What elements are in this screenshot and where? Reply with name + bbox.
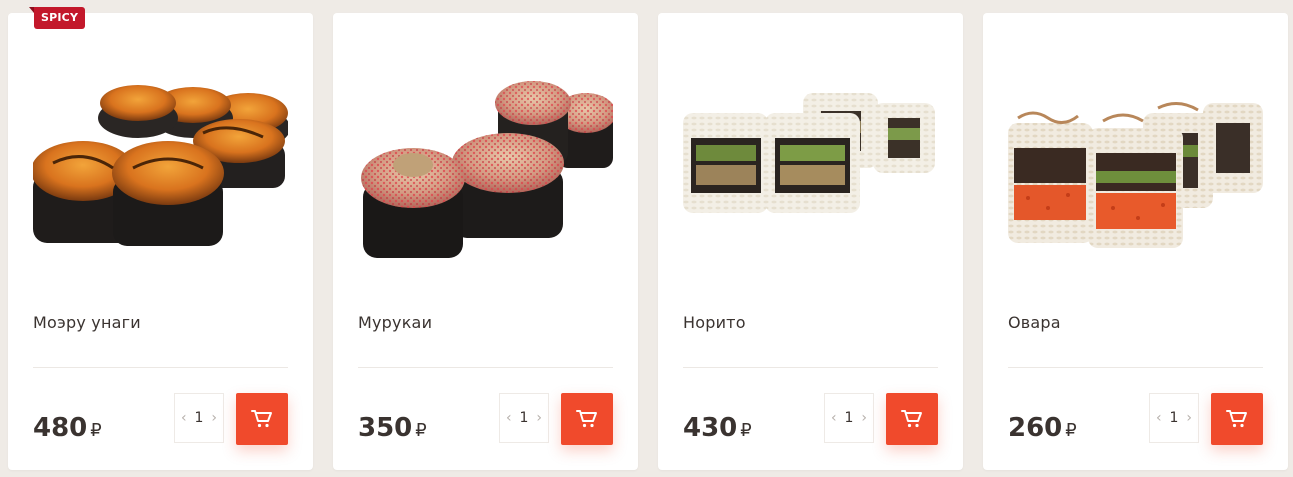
chevron-right-icon[interactable]: › bbox=[1186, 411, 1192, 425]
quantity-stepper: ‹ 1 › bbox=[824, 393, 874, 443]
product-card-norito: Норито 430 ₽ ‹ 1 › bbox=[658, 13, 963, 470]
quantity-value[interactable]: 1 bbox=[520, 410, 529, 426]
cart-icon bbox=[1226, 410, 1247, 428]
divider bbox=[358, 367, 613, 368]
quantity-stepper: ‹ 1 › bbox=[174, 393, 224, 443]
chevron-left-icon[interactable]: ‹ bbox=[506, 411, 512, 425]
quantity-value[interactable]: 1 bbox=[1170, 410, 1179, 426]
divider bbox=[33, 367, 288, 368]
cart-icon bbox=[901, 410, 922, 428]
chevron-left-icon[interactable]: ‹ bbox=[831, 411, 837, 425]
product-grid: SPICY Моэру унаги 480 ₽ ‹ 1 › Мурукаи 35… bbox=[8, 7, 1288, 470]
quantity-stepper: ‹ 1 › bbox=[499, 393, 549, 443]
product-image[interactable] bbox=[33, 73, 288, 273]
currency-symbol: ₽ bbox=[1065, 420, 1077, 441]
currency-symbol: ₽ bbox=[740, 420, 752, 441]
price-amount: 350 bbox=[358, 413, 413, 443]
price-amount: 430 bbox=[683, 413, 738, 443]
product-name[interactable]: Мурукаи bbox=[358, 313, 432, 332]
product-card-moeru-unagi: SPICY Моэру унаги 480 ₽ ‹ 1 › bbox=[8, 7, 313, 470]
product-card-ovara: Овара 260 ₽ ‹ 1 › bbox=[983, 13, 1288, 470]
product-price: 350 ₽ bbox=[358, 413, 427, 443]
divider bbox=[1008, 367, 1263, 368]
divider bbox=[683, 367, 938, 368]
add-to-cart-button[interactable] bbox=[561, 393, 613, 445]
product-price: 260 ₽ bbox=[1008, 413, 1077, 443]
chevron-right-icon[interactable]: › bbox=[211, 411, 217, 425]
chevron-left-icon[interactable]: ‹ bbox=[181, 411, 187, 425]
add-to-cart-button[interactable] bbox=[886, 393, 938, 445]
product-name[interactable]: Моэру унаги bbox=[33, 313, 141, 332]
chevron-right-icon[interactable]: › bbox=[861, 411, 867, 425]
price-amount: 260 bbox=[1008, 413, 1063, 443]
product-name[interactable]: Норито bbox=[683, 313, 746, 332]
product-image[interactable] bbox=[1008, 73, 1263, 273]
product-name[interactable]: Овара bbox=[1008, 313, 1061, 332]
product-image[interactable] bbox=[358, 73, 613, 273]
chevron-right-icon[interactable]: › bbox=[536, 411, 542, 425]
price-amount: 480 bbox=[33, 413, 88, 443]
product-card-murukai: Мурукаи 350 ₽ ‹ 1 › bbox=[333, 13, 638, 470]
cart-icon bbox=[251, 410, 272, 428]
add-to-cart-button[interactable] bbox=[1211, 393, 1263, 445]
product-price: 430 ₽ bbox=[683, 413, 752, 443]
product-image[interactable] bbox=[683, 73, 938, 273]
chevron-left-icon[interactable]: ‹ bbox=[1156, 411, 1162, 425]
quantity-value[interactable]: 1 bbox=[845, 410, 854, 426]
cart-icon bbox=[576, 410, 597, 428]
quantity-value[interactable]: 1 bbox=[195, 410, 204, 426]
add-to-cart-button[interactable] bbox=[236, 393, 288, 445]
spicy-badge: SPICY bbox=[28, 7, 86, 29]
currency-symbol: ₽ bbox=[90, 420, 102, 441]
quantity-stepper: ‹ 1 › bbox=[1149, 393, 1199, 443]
currency-symbol: ₽ bbox=[415, 420, 427, 441]
product-price: 480 ₽ bbox=[33, 413, 102, 443]
